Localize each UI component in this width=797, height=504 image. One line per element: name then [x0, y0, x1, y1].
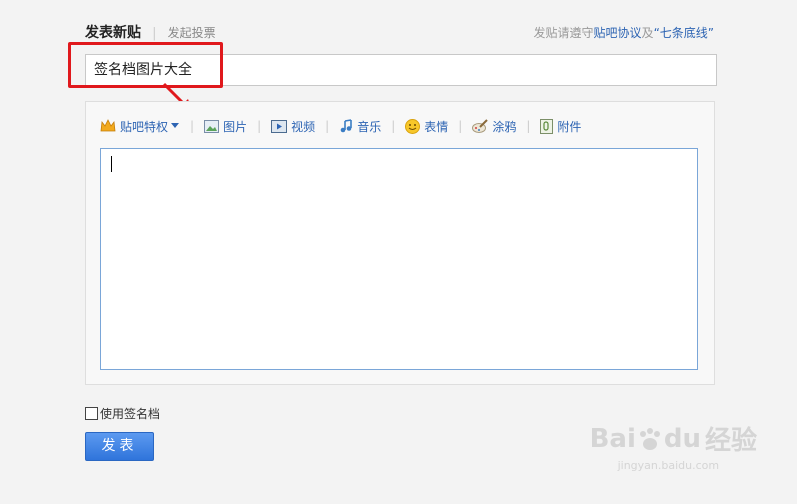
paint-brush-icon [472, 119, 489, 133]
rules-middle: 及 [641, 26, 654, 40]
tab-divider: | [152, 26, 157, 41]
privilege-label: 贴吧特权 [120, 119, 169, 134]
tieba-agreement-link[interactable]: 贴吧协议 [594, 26, 642, 40]
rules-prefix: 发贴请遵守 [533, 26, 594, 40]
image-icon [204, 119, 220, 133]
post-editor: 贴吧特权 | 图片 | 视频 | 音乐 | 表情 | 涂鸦 | 附件 [85, 101, 715, 385]
use-signature-option[interactable]: 使用签名档 [85, 405, 160, 422]
attachment-icon [540, 118, 554, 134]
music-label: 音乐 [357, 119, 382, 134]
watermark-brand-left: Bai [589, 423, 636, 454]
emoticon-label: 表情 [424, 119, 449, 134]
toolbar-attachment-button[interactable]: 附件 [540, 118, 581, 135]
video-icon [271, 119, 288, 133]
paw-logo-icon [639, 427, 660, 450]
tab-new-post[interactable]: 发表新贴 [85, 25, 141, 41]
toolbar-music-button[interactable]: 音乐 [339, 118, 381, 135]
baidu-jingyan-watermark: Bai du 经验 jingyan.baidu.com [589, 420, 757, 473]
toolbar-privilege-button[interactable]: 贴吧特权 [100, 118, 180, 135]
attachment-label: 附件 [557, 119, 582, 134]
watermark-url: jingyan.baidu.com [617, 459, 720, 472]
watermark-brand-right: du [663, 423, 701, 454]
toolbar-doodle-button[interactable]: 涂鸦 [472, 118, 516, 135]
use-signature-label: 使用签名档 [100, 407, 161, 421]
video-label: 视频 [291, 119, 316, 134]
text-caret [111, 156, 112, 172]
editor-toolbar: 贴吧特权 | 图片 | 视频 | 音乐 | 表情 | 涂鸦 | 附件 [100, 116, 581, 136]
use-signature-checkbox[interactable] [85, 407, 98, 420]
dropdown-arrow-icon [171, 123, 180, 128]
image-label: 图片 [223, 119, 248, 134]
toolbar-divider: | [257, 119, 262, 133]
doodle-label: 涂鸦 [492, 119, 517, 134]
post-tabs: 发表新贴 | 发起投票 [85, 22, 216, 42]
smiley-icon [405, 118, 421, 134]
toolbar-divider: | [458, 119, 463, 133]
toolbar-divider: | [325, 119, 330, 133]
watermark-brand-cn: 经验 [704, 426, 757, 456]
toolbar-emoticon-button[interactable]: 表情 [405, 118, 448, 135]
toolbar-divider: | [190, 119, 195, 133]
music-note-icon [340, 119, 352, 133]
toolbar-image-button[interactable]: 图片 [204, 118, 247, 135]
post-form-page: 发表新贴 | 发起投票 发贴请遵守贴吧协议及“七条底线” 签名档图片大全 贴吧特… [0, 0, 797, 504]
toolbar-divider: | [391, 119, 396, 133]
post-rules-notice: 发贴请遵守贴吧协议及“七条底线” [534, 24, 714, 41]
post-content-textarea[interactable] [100, 148, 698, 370]
submit-post-button[interactable]: 发表 [85, 432, 154, 461]
toolbar-divider: | [526, 119, 531, 133]
tab-new-poll[interactable]: 发起投票 [168, 26, 216, 40]
seven-bottom-lines-link[interactable]: “七条底线” [654, 26, 714, 40]
toolbar-video-button[interactable]: 视频 [271, 118, 315, 135]
crown-icon [100, 119, 116, 132]
